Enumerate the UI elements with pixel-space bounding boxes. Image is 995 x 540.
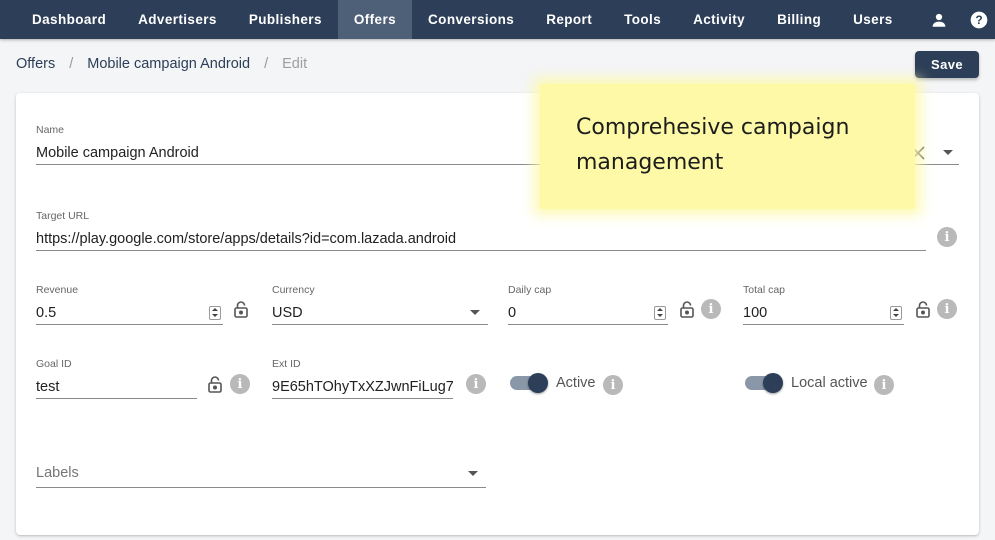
currency-field: Currency USD xyxy=(272,284,488,325)
active-toggle-track xyxy=(510,373,548,393)
nav-tools[interactable]: Tools xyxy=(608,0,677,39)
local-active-toggle[interactable]: Local active xyxy=(745,373,868,393)
revenue-input[interactable]: 0.5 xyxy=(36,301,223,325)
nav-users[interactable]: Users xyxy=(837,0,909,39)
daily-cap-value: 0 xyxy=(508,304,517,321)
active-toggle-thumb xyxy=(528,373,548,393)
target-url-value: https://play.google.com/store/apps/detai… xyxy=(36,230,457,247)
revenue-label: Revenue xyxy=(36,284,79,296)
save-button[interactable]: Save xyxy=(915,51,979,78)
target-url-input[interactable]: https://play.google.com/store/apps/detai… xyxy=(36,227,926,251)
goal-id-field: Goal ID test xyxy=(36,358,197,399)
daily-cap-label: Daily cap xyxy=(508,284,552,296)
daily-cap-stepper-icon[interactable] xyxy=(654,305,666,320)
chevron-down-icon[interactable] xyxy=(470,310,480,315)
callout-line-1: Comprehesive campaign xyxy=(576,115,850,140)
breadcrumb-separator: / xyxy=(264,56,269,72)
nav-offers[interactable]: Offers xyxy=(337,0,413,39)
local-active-label: Local active xyxy=(791,375,868,391)
goal-id-value: test xyxy=(36,378,60,395)
labels-select[interactable]: Labels xyxy=(36,459,486,488)
chevron-down-icon[interactable] xyxy=(468,470,478,476)
ext-id-input[interactable]: 9E65hTOhyTxXZJwnFiLug7vH xyxy=(272,375,453,399)
total-cap-stepper-icon[interactable] xyxy=(890,305,902,320)
ext-id-value: 9E65hTOhyTxXZJwnFiLug7vH xyxy=(272,378,453,395)
top-navigation: Dashboard Advertisers Publishers Offers … xyxy=(0,0,995,39)
total-cap-info-icon[interactable]: i xyxy=(937,299,957,319)
goal-id-info-icon[interactable]: i xyxy=(230,374,250,394)
active-info-icon[interactable]: i xyxy=(603,375,623,395)
labels-placeholder: Labels xyxy=(36,465,79,481)
svg-text:?: ? xyxy=(975,14,982,27)
callout-note: Comprehesive campaign management xyxy=(540,84,915,209)
daily-cap-lock-icon[interactable] xyxy=(678,299,696,319)
nav-conversions[interactable]: Conversions xyxy=(412,0,530,39)
total-cap-value: 100 xyxy=(743,304,768,321)
revenue-value: 0.5 xyxy=(36,304,57,321)
ext-id-label: Ext ID xyxy=(272,358,301,370)
revenue-field: Revenue 0.5 xyxy=(36,284,223,325)
nav-billing[interactable]: Billing xyxy=(761,0,837,39)
total-cap-lock-icon[interactable] xyxy=(914,299,932,319)
breadcrumb-offers[interactable]: Offers xyxy=(16,56,55,72)
currency-value: USD xyxy=(272,304,303,321)
goal-id-label: Goal ID xyxy=(36,358,72,370)
breadcrumb-campaign[interactable]: Mobile campaign Android xyxy=(87,56,250,72)
revenue-stepper-icon[interactable] xyxy=(209,305,221,320)
help-icon[interactable]: ? xyxy=(959,0,995,39)
ext-id-info-icon[interactable]: i xyxy=(466,374,486,394)
chevron-down-icon[interactable] xyxy=(943,150,953,155)
currency-label: Currency xyxy=(272,284,315,296)
total-cap-field: Total cap 100 xyxy=(743,284,904,325)
currency-select[interactable]: USD xyxy=(272,301,488,325)
callout-line-2: management xyxy=(576,150,724,175)
nav-publishers[interactable]: Publishers xyxy=(233,0,338,39)
daily-cap-input[interactable]: 0 xyxy=(508,301,668,325)
target-url-field: Target URL https://play.google.com/store… xyxy=(36,210,926,251)
total-cap-label: Total cap xyxy=(743,284,786,296)
nav-advertisers[interactable]: Advertisers xyxy=(122,0,233,39)
breadcrumb-current: Edit xyxy=(282,56,308,72)
active-label: Active xyxy=(556,375,596,391)
revenue-lock-icon[interactable] xyxy=(232,299,250,319)
nav-activity[interactable]: Activity xyxy=(677,0,761,39)
breadcrumb: Offers / Mobile campaign Android / Edit xyxy=(16,56,307,72)
total-cap-input[interactable]: 100 xyxy=(743,301,904,325)
goal-id-lock-icon[interactable] xyxy=(206,374,224,394)
active-toggle[interactable]: Active xyxy=(510,373,596,393)
nav-report[interactable]: Report xyxy=(530,0,608,39)
daily-cap-field: Daily cap 0 xyxy=(508,284,668,325)
breadcrumb-separator: / xyxy=(69,56,74,72)
target-url-label: Target URL xyxy=(36,210,90,222)
target-url-info-icon[interactable]: i xyxy=(937,227,957,247)
goal-id-input[interactable]: test xyxy=(36,375,197,399)
local-active-toggle-track xyxy=(745,373,783,393)
nav-icon-group: ? xyxy=(919,0,995,39)
daily-cap-info-icon[interactable]: i xyxy=(701,299,721,319)
local-active-info-icon[interactable]: i xyxy=(874,375,894,395)
account-icon[interactable] xyxy=(919,0,959,39)
ext-id-field: Ext ID 9E65hTOhyTxXZJwnFiLug7vH xyxy=(272,358,453,399)
local-active-toggle-thumb xyxy=(763,373,783,393)
labels-field: Labels xyxy=(36,459,486,488)
nav-dashboard[interactable]: Dashboard xyxy=(0,0,122,39)
